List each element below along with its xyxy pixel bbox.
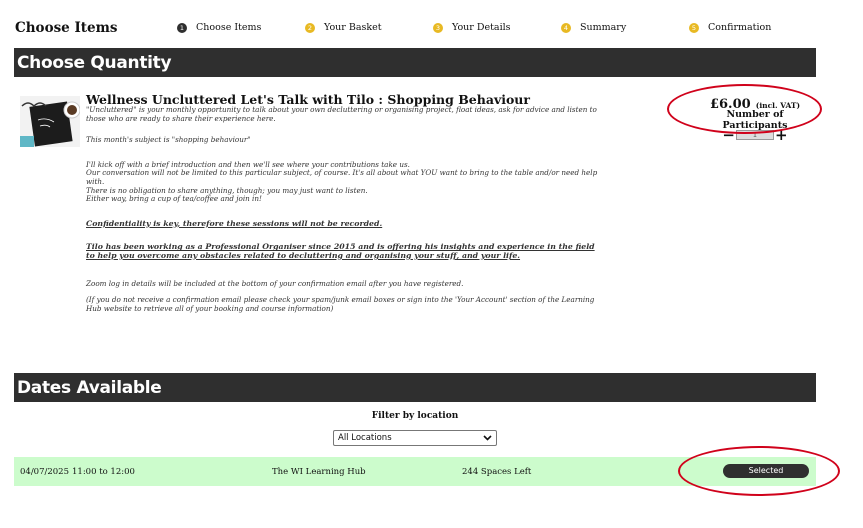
step-choose-items[interactable]: 1 Choose Items <box>177 22 261 33</box>
step-your-basket[interactable]: 2 Your Basket <box>305 22 382 33</box>
step-label: Choose Items <box>196 22 262 33</box>
step-number-2: 2 <box>305 22 315 33</box>
product-description: "Uncluttered" is your monthly opportunit… <box>86 105 606 313</box>
step-confirmation[interactable]: 5 Confirmation <box>689 22 771 33</box>
quantity-input[interactable]: 1 <box>736 130 774 140</box>
organiser-note: Tilo has been working as a Professional … <box>86 242 595 260</box>
step-label: Summary <box>580 22 627 33</box>
row-location: The WI Learning Hub <box>272 467 366 477</box>
chevron-down-icon <box>483 435 492 441</box>
step-label: Confirmation <box>708 22 772 33</box>
step-your-details[interactable]: 3 Your Details <box>433 22 511 33</box>
product-thumbnail <box>20 96 80 147</box>
confirmation-email-note: (If you do not receive a confirmation em… <box>86 295 595 313</box>
participants-label: Number of Participants <box>722 109 788 131</box>
description-subject: This month's subject is "shopping behavi… <box>86 135 251 145</box>
date-row[interactable]: 04/07/2025 11:00 to 12:00 The WI Learnin… <box>14 457 816 486</box>
thumbnail-image <box>20 96 80 147</box>
dates-available-heading: Dates Available <box>14 373 816 402</box>
filter-label: Filter by location <box>371 411 459 421</box>
row-spaces: 244 Spaces Left <box>462 467 532 477</box>
location-filter-select[interactable]: All Locations <box>333 430 497 446</box>
description-line: Our conversation will not be limited to … <box>86 168 598 186</box>
selected-button[interactable]: Selected <box>723 464 809 478</box>
step-label: Your Basket <box>324 22 382 33</box>
step-label: Your Details <box>452 22 511 33</box>
step-summary[interactable]: 4 Summary <box>561 22 626 33</box>
confidentiality-note: Confidentiality is key, therefore these … <box>86 218 383 228</box>
step-number-1: 1 <box>177 22 187 33</box>
step-number-5: 5 <box>689 22 699 33</box>
decrease-button[interactable]: − <box>722 128 735 143</box>
increase-button[interactable]: + <box>775 128 788 143</box>
page-title: Choose Items <box>15 20 118 36</box>
description-line: Either way, bring a cup of tea/coffee an… <box>86 194 262 204</box>
select-value: All Locations <box>338 433 392 443</box>
price-panel: £6.00 (incl. VAT) Number of Participants… <box>700 93 810 143</box>
row-date: 04/07/2025 <box>20 467 69 477</box>
step-number-4: 4 <box>561 22 571 33</box>
zoom-note: Zoom log in details will be included at … <box>86 278 464 288</box>
choose-quantity-heading: Choose Quantity <box>14 48 816 77</box>
description-intro: "Uncluttered" is your monthly opportunit… <box>86 105 597 123</box>
row-time: 11:00 to 12:00 <box>72 467 135 477</box>
step-number-3: 3 <box>433 22 443 33</box>
quantity-stepper: − 1 + <box>700 128 810 143</box>
